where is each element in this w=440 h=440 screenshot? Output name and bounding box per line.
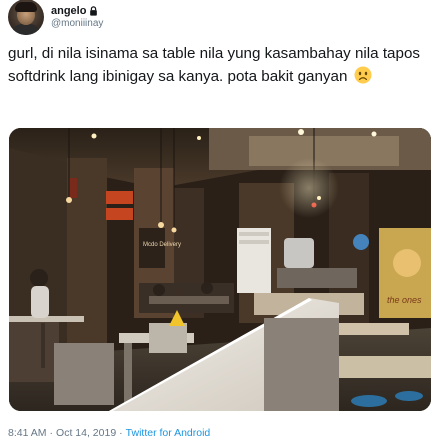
display-name[interactable]: angelo bbox=[51, 5, 86, 17]
user-handle[interactable]: @moniiinay bbox=[51, 18, 103, 29]
avatar[interactable] bbox=[8, 0, 44, 35]
tweet-date[interactable]: Oct 14, 2019 bbox=[56, 427, 116, 439]
tweet-time[interactable]: 8:41 AM bbox=[8, 427, 47, 439]
tweet-footer: 8:41 AM · Oct 14, 2019 · Twitter for And… bbox=[8, 427, 210, 439]
tweet-header: angelo @moniiinay bbox=[8, 0, 103, 35]
sad-face-emoji-icon bbox=[354, 66, 372, 84]
poster-sign-text: Mcdo Delivery bbox=[143, 242, 181, 248]
footer-separator: · bbox=[119, 427, 123, 439]
lock-icon bbox=[90, 6, 98, 16]
poster-slogan-text: the ones bbox=[387, 295, 422, 305]
user-names: angelo @moniiinay bbox=[51, 5, 103, 29]
footer-separator: · bbox=[49, 427, 54, 439]
tweet-text: gurl, di nila isinama sa table nila yung… bbox=[8, 42, 432, 88]
tweet-photo[interactable]: Mcdo Delivery the ones bbox=[9, 128, 431, 411]
tweet-source-link[interactable]: Twitter for Android bbox=[126, 427, 211, 439]
restaurant-photo: Mcdo Delivery the ones bbox=[9, 128, 431, 411]
